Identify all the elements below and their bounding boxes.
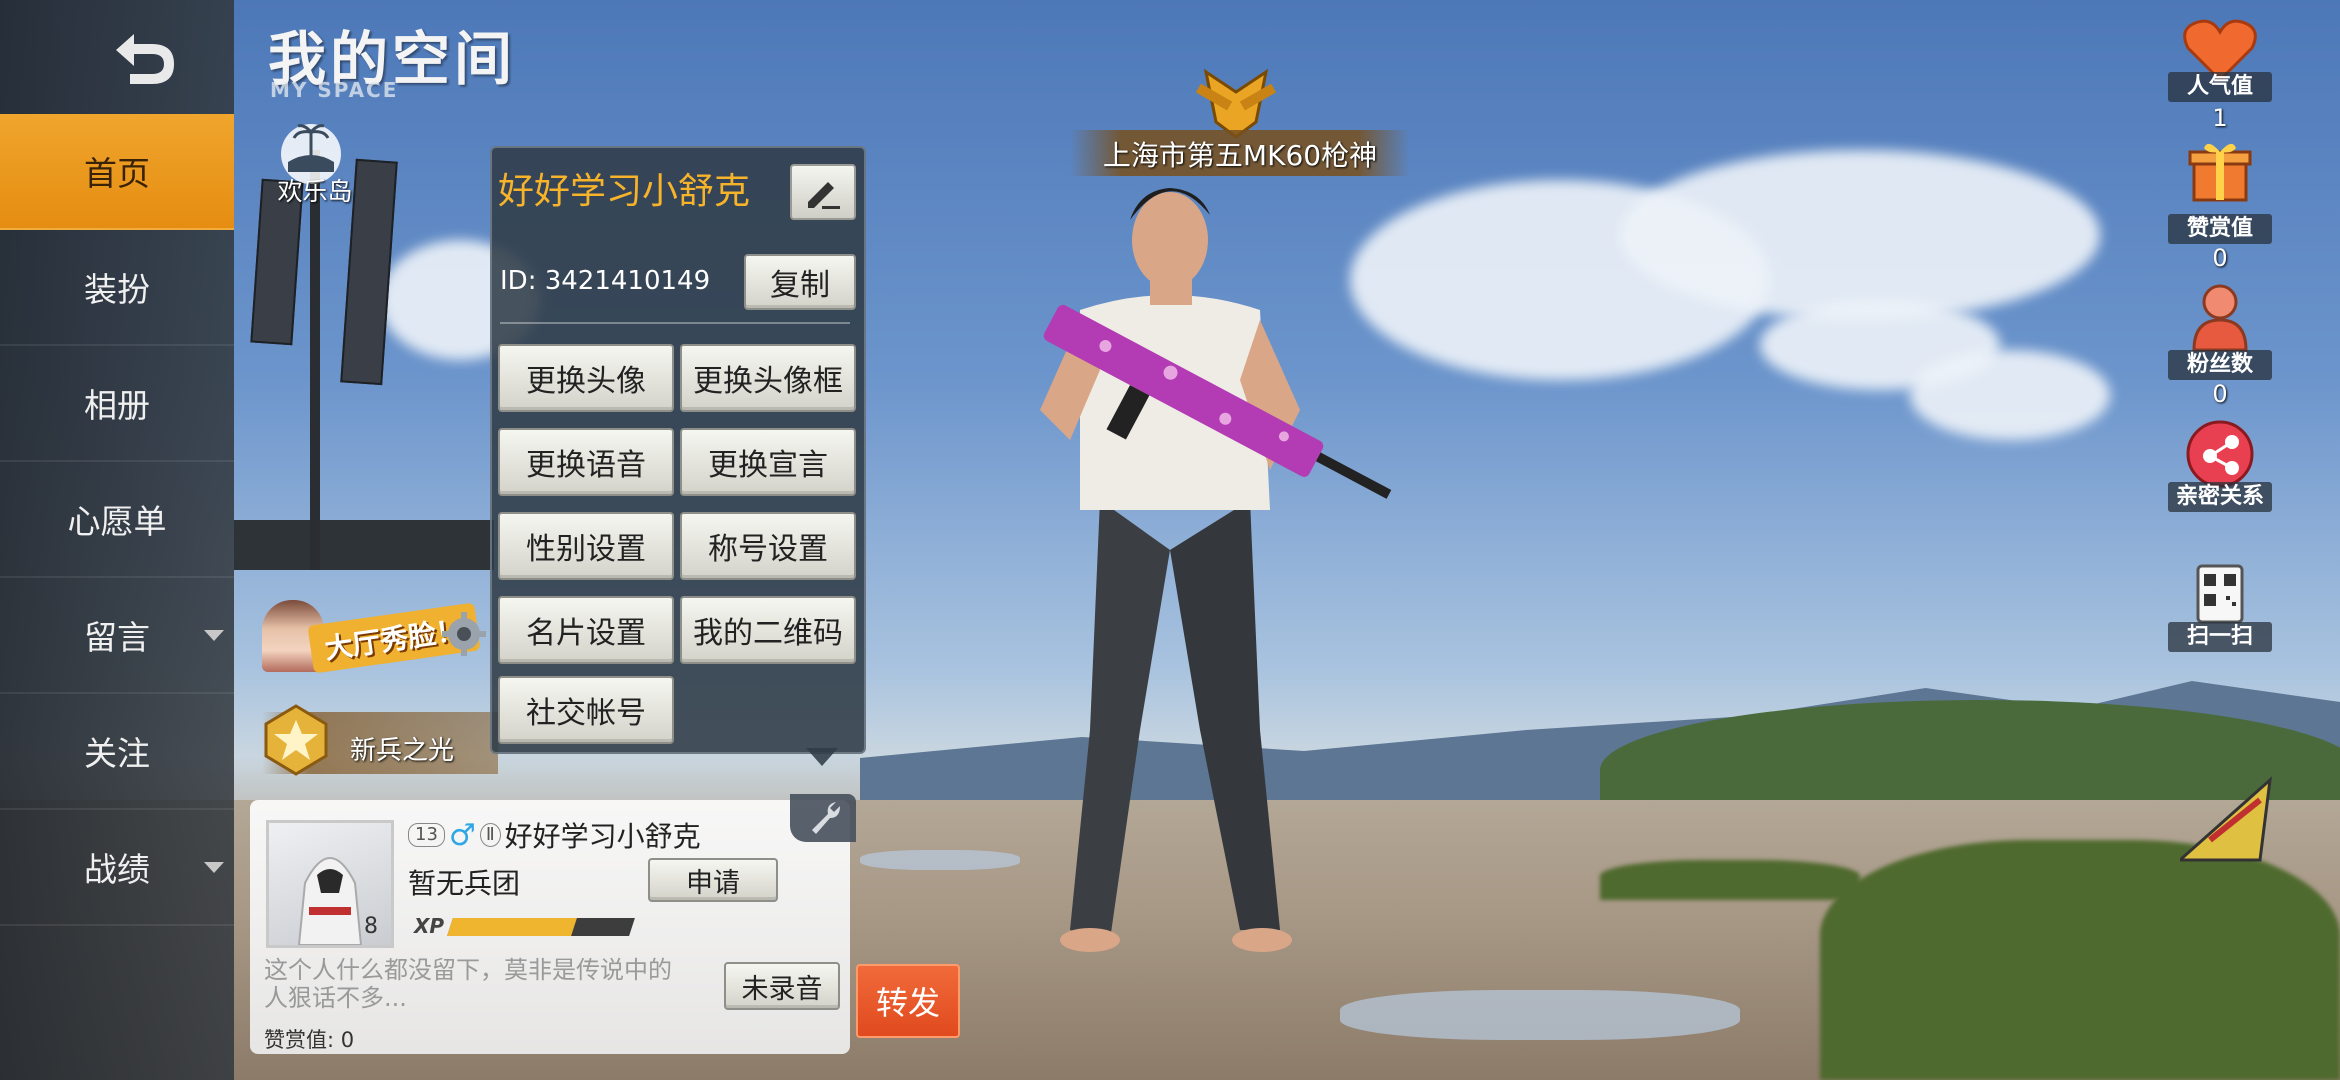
profile-id: ID: 3421410149: [500, 266, 711, 296]
my-qrcode-button[interactable]: 我的二维码: [680, 596, 856, 664]
back-button[interactable]: [0, 0, 234, 112]
rank-mini-icon: Ⅱ: [479, 823, 501, 847]
popup-tail: [806, 748, 838, 766]
divider: [500, 322, 850, 324]
player-name: 好好学习小舒克: [504, 820, 701, 853]
apply-legion-button[interactable]: 申请: [648, 858, 778, 902]
sidebar-item-label: 相册: [84, 386, 150, 425]
rank-medal-icon: [264, 704, 328, 776]
praise-value: 赞赏值: 0: [264, 1028, 355, 1052]
sidebar-item-label: 留言: [84, 618, 150, 657]
wrench-icon: [812, 802, 840, 834]
sidebar-item-label: 首页: [84, 154, 150, 193]
stat-label: 亲密关系: [2168, 482, 2272, 512]
honor-title-text: 上海市第五MK60枪神: [1102, 139, 1378, 172]
change-avatar-button[interactable]: 更换头像: [498, 344, 674, 412]
sidebar-item-dressup[interactable]: 装扮: [0, 230, 234, 346]
sidebar-item-label: 关注: [84, 734, 150, 773]
page-subtitle: MY SPACE: [270, 78, 399, 102]
sidebar-item-messages[interactable]: 留言: [0, 578, 234, 694]
chevron-down-icon: [204, 630, 224, 641]
change-avatar-frame-button[interactable]: 更换头像框: [680, 344, 856, 412]
grass: [1820, 840, 2340, 1080]
level-badge: 13: [408, 823, 445, 847]
male-icon: ♂: [448, 817, 476, 853]
player-motto: 这个人什么都没留下，莫非是传说中的人狠话不多...: [264, 956, 672, 1012]
radio-tower: [310, 150, 320, 570]
copy-id-button[interactable]: 复制: [744, 254, 856, 310]
player-character[interactable]: [1000, 170, 1420, 970]
card-settings-button[interactable]: 名片设置: [498, 596, 674, 664]
stat-value: 0: [2212, 380, 2228, 408]
sidebar-item-wishlist[interactable]: 心愿单: [0, 462, 234, 578]
xp-progress-bar: [447, 918, 635, 936]
sidebar-item-album[interactable]: 相册: [0, 346, 234, 462]
xp-progress-fill: [447, 918, 577, 936]
chevron-down-icon: [204, 862, 224, 873]
profile-name: 好好学习小舒克: [498, 171, 751, 212]
sidebar-item-label: 战绩: [84, 850, 150, 889]
puddle: [1340, 990, 1740, 1040]
rank-label: 新兵之光: [350, 736, 455, 766]
sidebar-item-label: 装扮: [84, 270, 150, 309]
island-label: 欢乐岛: [277, 177, 353, 206]
stat-value: 1: [2212, 104, 2228, 132]
stat-label: 扫一扫: [2168, 622, 2272, 652]
sidebar-item-record[interactable]: 战绩: [0, 810, 234, 926]
player-card-header: 13 ♂ Ⅱ 好好学习小舒克: [408, 817, 701, 853]
legion-status: 暂无兵团: [408, 867, 521, 900]
gift-icon[interactable]: [2180, 134, 2260, 206]
change-motto-button[interactable]: 更换宣言: [680, 428, 856, 496]
title-settings-button[interactable]: 称号设置: [680, 512, 856, 580]
card-settings-tab[interactable]: [790, 794, 856, 842]
sidebar-item-home[interactable]: 首页: [0, 114, 234, 230]
fans-icon[interactable]: [2180, 280, 2260, 352]
stat-label: 赞赏值: [2168, 214, 2272, 244]
grass: [1600, 860, 1860, 900]
cloud: [1620, 150, 2100, 320]
puddle: [860, 850, 1020, 870]
stat-value: 0: [2212, 244, 2228, 272]
voice-button[interactable]: 未录音: [724, 962, 840, 1010]
cloud: [1910, 350, 2110, 440]
gear-icon[interactable]: [442, 612, 486, 656]
gender-settings-button[interactable]: 性别设置: [498, 512, 674, 580]
sidebar-item-label: 心愿单: [67, 502, 167, 541]
sidebar: 首页 装扮 相册 心愿单 留言 关注 战绩: [0, 0, 234, 1080]
social-account-button[interactable]: 社交帐号: [498, 676, 674, 744]
avatar-level: 8: [364, 914, 378, 939]
stat-label: 粉丝数: [2168, 350, 2272, 380]
edit-name-button[interactable]: [790, 164, 856, 220]
stat-label: 人气值: [2168, 72, 2272, 102]
xp-label: XP: [414, 914, 445, 938]
share-button[interactable]: 转发: [856, 964, 960, 1038]
sidebar-item-follow[interactable]: 关注: [0, 694, 234, 810]
pencil-icon: [808, 182, 840, 209]
back-arrow-icon: [116, 34, 174, 84]
building-roof: [234, 520, 494, 570]
share-icon[interactable]: [2180, 418, 2260, 490]
warning-flag: [2180, 776, 2272, 862]
change-voice-button[interactable]: 更换语音: [498, 428, 674, 496]
